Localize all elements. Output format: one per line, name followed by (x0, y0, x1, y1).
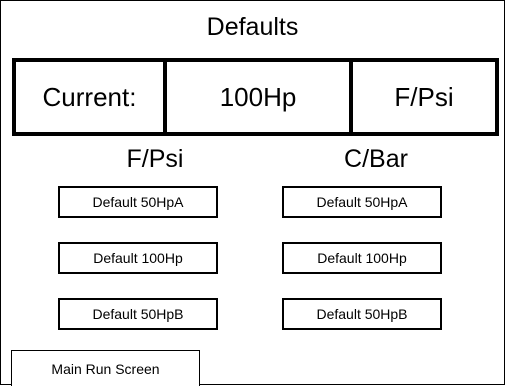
cbar-default-50hpb-button[interactable]: Default 50HpB (282, 298, 442, 330)
fpsi-column-heading: F/Psi (126, 145, 184, 173)
fpsi-default-100hp-button[interactable]: Default 100Hp (58, 242, 218, 274)
page-title: Defaults (206, 13, 299, 41)
current-units-value: F/Psi (394, 81, 454, 112)
cbar-column-heading: C/Bar (344, 145, 408, 173)
cbar-default-50hpa-button[interactable]: Default 50HpA (282, 186, 442, 218)
fpsi-default-50hpa-button[interactable]: Default 50HpA (58, 186, 218, 218)
main-run-screen-button[interactable]: Main Run Screen (11, 350, 200, 386)
fpsi-default-50hpb-button[interactable]: Default 50HpB (58, 298, 218, 330)
current-settings-panel: Current: 100Hp F/Psi (12, 58, 499, 136)
current-horsepower-value: 100Hp (167, 62, 353, 132)
defaults-screen: Defaults Current: 100Hp F/Psi F/Psi C/Ba… (0, 0, 505, 386)
current-label: Current: (16, 62, 167, 132)
cbar-default-100hp-button[interactable]: Default 100Hp (282, 242, 442, 274)
